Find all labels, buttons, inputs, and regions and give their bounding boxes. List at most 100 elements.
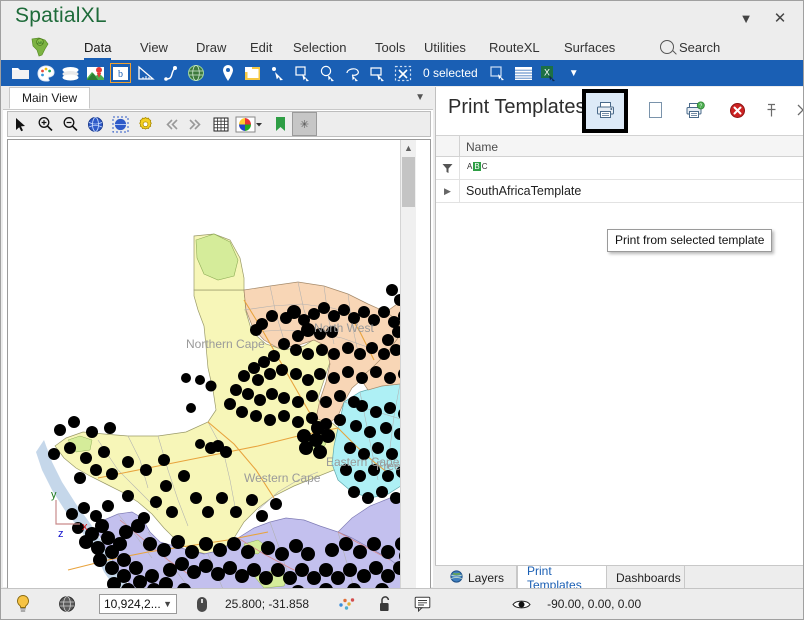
svg-text:z: z	[58, 528, 64, 538]
tab-layers[interactable]: Layers	[441, 566, 517, 589]
pointer-select-icon[interactable]	[265, 61, 290, 85]
map-canvas[interactable]: Northern Cape North West Free State West…	[8, 140, 416, 619]
pin-icon[interactable]	[215, 61, 240, 85]
globe-icon	[450, 569, 463, 586]
light-bulb-icon[interactable]	[1, 589, 45, 619]
title-bar: SpatialXL ▼ ✕	[1, 1, 803, 34]
menu-item-view[interactable]: View	[131, 34, 177, 60]
status-bar: 10,924,2... ▼ 25.800; -31.858 -90.00, 0.…	[1, 588, 803, 619]
print-templates-panel: Print Templates ? Name A B C ▶ SouthAfri…	[435, 87, 803, 587]
menu-item-routexl[interactable]: RouteXL	[480, 34, 549, 60]
comment-icon[interactable]	[403, 589, 441, 619]
close-panel-button[interactable]	[790, 98, 803, 122]
layers-icon[interactable]	[58, 61, 83, 85]
filter-letter-b: B	[473, 162, 481, 171]
blank-page-icon	[648, 102, 662, 118]
map-viewport[interactable]: Northern Cape North West Free State West…	[7, 139, 431, 619]
chevron-down-icon[interactable]: ▼	[163, 599, 172, 609]
menu-item-edit[interactable]: Edit	[241, 34, 281, 60]
map-label-northern-cape: Northern Cape	[186, 337, 265, 351]
map-pin-image-icon[interactable]	[83, 61, 108, 85]
vertical-scroll-thumb[interactable]	[402, 157, 415, 207]
menu-item-draw[interactable]: Draw	[187, 34, 235, 60]
zoom-scale-select[interactable]: 10,924,2... ▼	[99, 594, 177, 614]
chevron-up-icon[interactable]: ▲	[401, 140, 416, 155]
menu-item-utilities[interactable]: Utilities	[415, 34, 475, 60]
menu-item-search[interactable]: Search	[651, 34, 729, 60]
menu-item-surfaces[interactable]: Surfaces	[555, 34, 624, 60]
palette-icon[interactable]	[33, 61, 58, 85]
filter-row-value[interactable]: ABC	[466, 162, 488, 171]
menu-bar: AB Data View Draw Edit Selection Tools U…	[1, 34, 803, 62]
svg-text:y: y	[51, 490, 57, 501]
menu-item-tools[interactable]: Tools	[366, 34, 414, 60]
chevron-right-icon[interactable]: ▶	[436, 180, 460, 202]
svg-text:AB: AB	[37, 40, 43, 45]
grid-icon[interactable]	[208, 112, 233, 136]
view-angles-readout: -90.00, 0.00, 0.00	[547, 597, 642, 611]
tab-dashboards[interactable]: Dashboards	[607, 566, 685, 589]
arrow-pointer-icon[interactable]	[8, 112, 33, 136]
color-wheel-icon[interactable]	[233, 112, 267, 136]
unlocked-padlock-icon[interactable]	[367, 589, 403, 619]
globe-icon[interactable]	[183, 61, 208, 85]
map-vertical-scrollbar[interactable]: ▲ ▼	[400, 140, 416, 619]
globe-grey-icon[interactable]	[45, 589, 89, 619]
pin-panel-button[interactable]	[758, 98, 784, 122]
annotation-icon[interactable]	[240, 61, 265, 85]
selection-count-label: 0 selected	[423, 66, 478, 80]
menu-item-selection[interactable]: Selection	[284, 34, 355, 60]
bookmark-icon[interactable]	[267, 112, 292, 136]
close-icon	[797, 104, 803, 116]
eye-icon[interactable]	[501, 589, 541, 619]
filter-letter-c: C	[481, 162, 488, 171]
gear-icon[interactable]	[133, 112, 158, 136]
menu-item-data[interactable]: Data	[75, 34, 120, 60]
zoom-out-icon[interactable]	[58, 112, 83, 136]
view-tab-strip: Main View ▼	[3, 87, 433, 110]
title-bar-dropdown-button[interactable]: ▼	[733, 7, 759, 29]
map-dock: Main View ▼ ✳ Northern Cape North West F…	[3, 87, 433, 619]
toolbar-overflow-button[interactable]: ▼	[561, 68, 587, 79]
printer-help-icon: ?	[686, 101, 705, 118]
zoom-in-icon[interactable]	[33, 112, 58, 136]
template-grid-header: Name	[436, 135, 803, 157]
column-header-name[interactable]: Name	[466, 140, 498, 154]
scatter-points-icon[interactable]	[327, 589, 367, 619]
tab-print-templates[interactable]: Print Templates	[517, 564, 607, 592]
globe-select-icon[interactable]	[108, 112, 133, 136]
globe-blue-icon[interactable]	[83, 112, 108, 136]
favourite-icon[interactable]: ✳	[292, 112, 317, 136]
lasso-select-icon[interactable]	[340, 61, 365, 85]
table-icon[interactable]	[511, 61, 536, 85]
select-rectangle-icon[interactable]: b	[108, 61, 133, 85]
search-icon	[660, 40, 674, 54]
excel-export-icon[interactable]: X	[536, 61, 561, 85]
circle-select-icon[interactable]	[315, 61, 340, 85]
forward-icon[interactable]	[183, 112, 208, 136]
printer-icon	[596, 102, 614, 118]
tab-main-view[interactable]: Main View	[9, 87, 91, 109]
polygon-select-icon[interactable]	[365, 61, 390, 85]
clear-selection-icon[interactable]	[390, 61, 415, 85]
duplicate-icon[interactable]	[486, 61, 511, 85]
filter-letter-a: A	[467, 162, 473, 171]
delete-template-button[interactable]	[724, 98, 750, 122]
route-icon[interactable]	[158, 61, 183, 85]
grid-indent-cell	[436, 136, 460, 157]
new-template-button[interactable]	[642, 98, 668, 122]
print-templates-header: Print Templates ?	[436, 87, 803, 135]
table-row[interactable]: ▶ SouthAfricaTemplate	[436, 180, 803, 203]
filter-icon[interactable]	[436, 157, 460, 179]
map-toolbar: ✳	[7, 111, 431, 137]
measure-icon[interactable]	[133, 61, 158, 85]
print-preview-button[interactable]: ?	[682, 98, 708, 122]
view-tab-dropdown-icon[interactable]: ▼	[415, 92, 425, 103]
zoom-scale-value: 10,924,2...	[104, 597, 161, 611]
print-from-selected-template-button[interactable]	[592, 98, 618, 122]
window-close-button[interactable]: ✕	[767, 7, 793, 29]
rect-select-icon[interactable]	[290, 61, 315, 85]
rewind-icon[interactable]	[158, 112, 183, 136]
open-folder-icon[interactable]	[8, 61, 33, 85]
main-toolbar: b 0 selected X ▼	[1, 60, 803, 86]
